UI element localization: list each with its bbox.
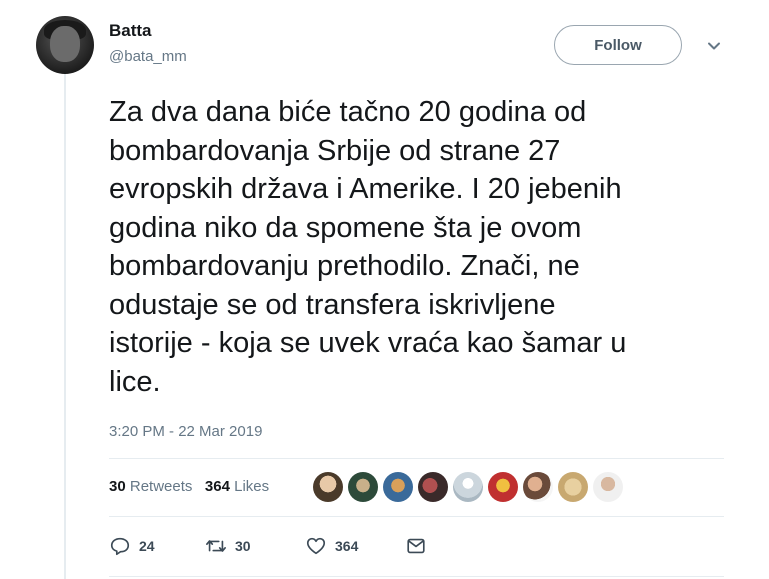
actions-bottom-divider — [109, 576, 724, 577]
liker-avatar[interactable] — [418, 472, 448, 502]
heart-icon — [306, 537, 326, 555]
user-name[interactable]: Batta — [109, 20, 152, 42]
user-handle[interactable]: @bata_mm — [109, 47, 187, 67]
liker-avatar[interactable] — [558, 472, 588, 502]
liker-avatar[interactable] — [488, 472, 518, 502]
retweet-count: 30 — [235, 538, 251, 554]
tweet-timestamp[interactable]: 3:20 PM - 22 Mar 2019 — [109, 422, 262, 442]
reply-count: 24 — [139, 538, 155, 554]
liker-avatar[interactable] — [523, 472, 553, 502]
retweet-button[interactable]: 30 — [205, 535, 251, 557]
envelope-icon — [407, 538, 425, 554]
liker-avatar[interactable] — [383, 472, 413, 502]
tweet-text: Za dva dana biće tačno 20 godina od bomb… — [109, 96, 627, 398]
likes-count[interactable]: 364 — [205, 478, 230, 495]
avatar[interactable] — [36, 16, 94, 74]
engagement-stats: 30 Retweets 364 Likes — [109, 477, 269, 497]
retweet-icon — [206, 540, 226, 552]
stats-top-divider — [109, 458, 724, 459]
like-button[interactable]: 364 — [305, 535, 358, 557]
likers-avatars — [313, 472, 628, 502]
liker-avatar[interactable] — [453, 472, 483, 502]
chevron-down-icon[interactable] — [704, 36, 724, 56]
liker-avatar[interactable] — [313, 472, 343, 502]
retweets-count[interactable]: 30 — [109, 478, 126, 495]
liker-avatar[interactable] — [348, 472, 378, 502]
retweets-label[interactable]: Retweets — [130, 478, 193, 495]
like-count: 364 — [335, 538, 359, 554]
direct-message-button[interactable] — [405, 535, 435, 557]
reply-button[interactable]: 24 — [109, 535, 155, 557]
follow-button[interactable]: Follow — [554, 25, 682, 65]
thread-line — [64, 74, 66, 579]
reply-icon — [110, 537, 130, 556]
stats-bottom-divider — [109, 516, 724, 517]
avatar-face — [50, 26, 80, 62]
likes-label[interactable]: Likes — [234, 478, 269, 495]
liker-avatar[interactable] — [593, 472, 623, 502]
